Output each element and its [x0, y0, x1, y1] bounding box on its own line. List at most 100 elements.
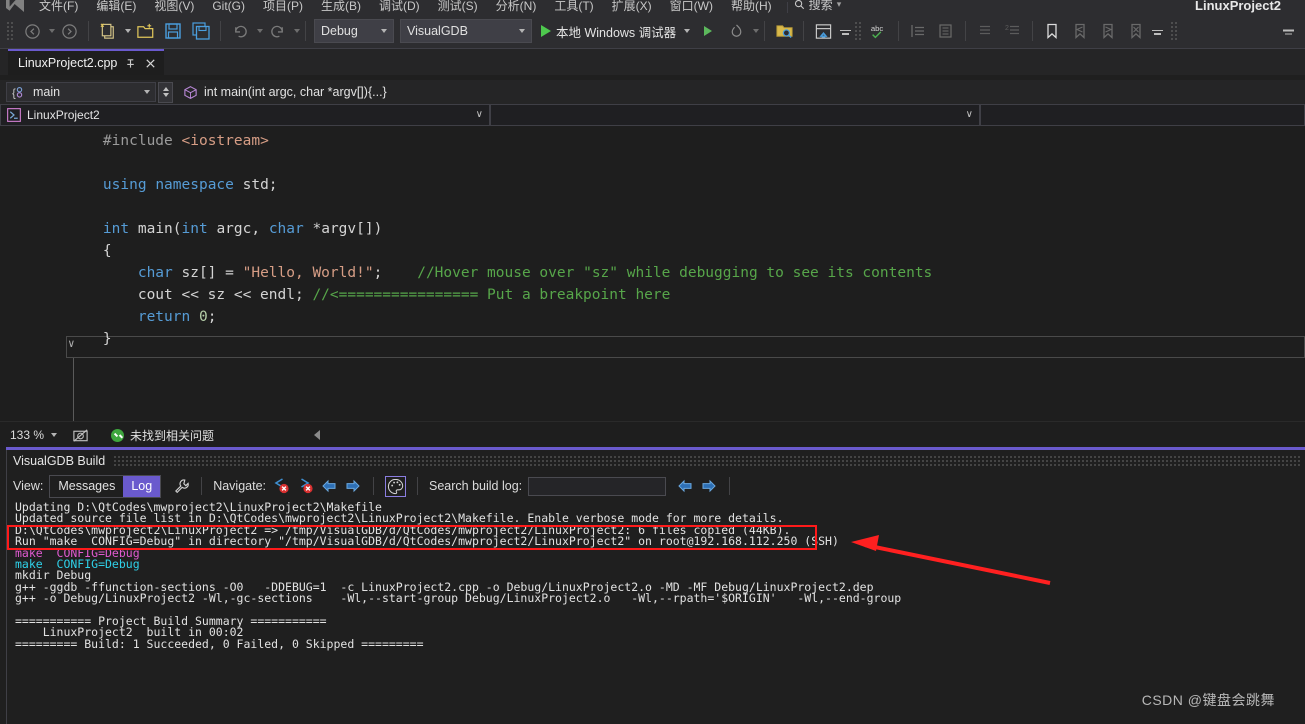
menu-item-project[interactable]: 项目(P): [254, 0, 312, 13]
hot-reload-icon[interactable]: [722, 18, 750, 44]
solution-platform-combo[interactable]: VisualGDB: [400, 19, 532, 43]
navigate-back-icon[interactable]: [18, 18, 46, 44]
toolbar-divider: [88, 21, 89, 41]
redo-dropdown-icon[interactable]: [294, 29, 300, 33]
solution-explorer-icon[interactable]: [809, 18, 837, 44]
outdent-icon[interactable]: [904, 18, 932, 44]
clear-bookmarks-icon[interactable]: [1122, 18, 1150, 44]
view-mode-toggle: Messages Log: [49, 474, 162, 498]
method-signature[interactable]: int main(int argc, char *argv[]){...}: [183, 85, 387, 100]
toolbar-grip[interactable]: [6, 21, 15, 41]
search-build-log-input[interactable]: [528, 476, 667, 496]
previous-bookmark-icon[interactable]: [1066, 18, 1094, 44]
menu-item-tools[interactable]: 工具(T): [545, 0, 602, 13]
view-label: View:: [13, 479, 44, 493]
collapse-left-icon[interactable]: [314, 430, 321, 440]
member-scope-dropdown[interactable]: { main: [6, 82, 156, 102]
navigate-forward-icon[interactable]: [55, 18, 83, 44]
navigate-forward-arrow-icon[interactable]: [344, 477, 362, 495]
menu-item-edit[interactable]: 编辑(E): [87, 0, 145, 13]
menu-item-view[interactable]: 视图(V): [145, 0, 203, 13]
save-all-icon[interactable]: [187, 18, 215, 44]
editor-gutter[interactable]: [0, 126, 68, 421]
method-cube-icon: [184, 85, 197, 99]
bookmark-overflow-icon[interactable]: [1150, 28, 1164, 35]
menu-item-analyze[interactable]: 分析(N): [487, 0, 546, 13]
menu-item-test[interactable]: 测试(S): [429, 0, 487, 13]
project-file-dropdown-row: LinuxProject2 ∨ ∨: [0, 104, 1305, 126]
menu-item-build[interactable]: 生成(B): [312, 0, 370, 13]
toolbar-grip-2[interactable]: [854, 21, 864, 41]
member-dropdown[interactable]: [980, 104, 1305, 126]
code-text: #include <iostream> using namespace std;…: [68, 130, 932, 350]
solution-configuration-combo[interactable]: Debug: [314, 19, 394, 43]
chevron-down-icon: ∨: [475, 109, 483, 120]
method-signature-label: int main(int argc, char *argv[]){...}: [204, 85, 387, 99]
svg-text:abc: abc: [871, 24, 884, 33]
indent-icon[interactable]: [932, 18, 960, 44]
uncomment-lines-icon[interactable]: 2: [999, 18, 1027, 44]
tab-label: LinuxProject2.cpp: [18, 56, 118, 70]
navigate-label: Navigate:: [213, 479, 266, 493]
next-bookmark-icon[interactable]: [1094, 18, 1122, 44]
file-dropdown[interactable]: ∨: [490, 104, 980, 126]
visualgdb-build-panel: VisualGDB Build View: Messages Log Navig…: [6, 450, 1305, 724]
view-messages-button[interactable]: Messages: [50, 476, 123, 497]
build-log-output[interactable]: Updating D:\QtCodes\mwproject2\LinuxProj…: [7, 502, 1305, 724]
toolbar-grip-3[interactable]: [1170, 21, 1180, 41]
no-screenshot-icon[interactable]: [72, 427, 89, 444]
comment-lines-icon[interactable]: [971, 18, 999, 44]
find-previous-icon[interactable]: [676, 477, 694, 495]
watermark: CSDN @键盘会跳舞: [1141, 692, 1275, 708]
toolbar-divider-6: [898, 21, 900, 41]
toolbar-divider-4: [729, 477, 731, 495]
bookmark-icon[interactable]: [1038, 18, 1066, 44]
title-dotted-fill: [113, 455, 1300, 467]
build-log-line: make CONFIG=Debug: [15, 556, 140, 571]
wrench-icon[interactable]: [173, 478, 190, 495]
member-spinner[interactable]: [158, 81, 173, 103]
close-icon[interactable]: [144, 57, 157, 70]
start-debugging-button[interactable]: 本地 Windows 调试器: [535, 22, 694, 41]
spell-check-abc-icon[interactable]: abc: [865, 18, 893, 44]
quick-search-box[interactable]: 搜索 ▾: [794, 0, 841, 13]
toolbar-overflow-button[interactable]: [1281, 28, 1295, 35]
visual-studio-window: 文件(F) 编辑(E) 视图(V) Git(G) 项目(P) 生成(B) 调试(…: [0, 0, 1305, 724]
search-build-log-label: Search build log:: [429, 479, 523, 493]
toolbar-divider-3: [417, 477, 418, 495]
build-panel-title-bar: VisualGDB Build: [7, 450, 1305, 472]
previous-error-icon[interactable]: [272, 477, 290, 495]
folder-search-icon[interactable]: [770, 18, 798, 44]
view-log-button[interactable]: Log: [123, 475, 161, 497]
redo-icon[interactable]: [263, 18, 291, 44]
menu-item-git[interactable]: Git(G): [203, 0, 254, 13]
next-error-icon[interactable]: [296, 477, 314, 495]
document-tab-strip: LinuxProject2.cpp: [0, 49, 1305, 75]
new-item-icon[interactable]: [94, 18, 122, 44]
code-editor[interactable]: ∨ #include <iostream> using namespace st…: [0, 126, 1305, 421]
project-dropdown-value: LinuxProject2: [27, 108, 100, 122]
tab-linuxproject2-cpp[interactable]: LinuxProject2.cpp: [8, 49, 165, 75]
menu-item-debug[interactable]: 调试(D): [370, 0, 429, 13]
open-folder-icon[interactable]: [131, 18, 159, 44]
project-dropdown[interactable]: LinuxProject2 ∨: [0, 104, 490, 126]
editor-zoom-control[interactable]: 133 %: [10, 428, 72, 442]
hot-reload-dropdown-icon[interactable]: [753, 29, 760, 33]
find-next-icon[interactable]: [700, 477, 718, 495]
menu-item-file[interactable]: 文件(F): [30, 0, 87, 13]
code-line: {: [68, 243, 112, 259]
toolbar-overflow-icon[interactable]: [838, 28, 852, 35]
start-without-debugging-icon[interactable]: [694, 18, 722, 44]
save-icon[interactable]: [159, 18, 187, 44]
code-line: cout << sz << endl; //<================ …: [68, 287, 671, 303]
navigate-back-arrow-icon[interactable]: [320, 477, 338, 495]
build-panel-title: VisualGDB Build: [13, 454, 106, 468]
menu-item-help[interactable]: 帮助(H): [722, 0, 781, 13]
menu-item-extensions[interactable]: 扩展(X): [603, 0, 661, 13]
issue-status[interactable]: 未找到相关问题: [111, 427, 214, 444]
menu-item-window[interactable]: 窗口(W): [661, 0, 722, 13]
pin-icon[interactable]: [124, 57, 137, 70]
toolbar-divider: [201, 477, 203, 495]
color-palette-icon[interactable]: [385, 475, 406, 497]
undo-icon[interactable]: [226, 18, 254, 44]
